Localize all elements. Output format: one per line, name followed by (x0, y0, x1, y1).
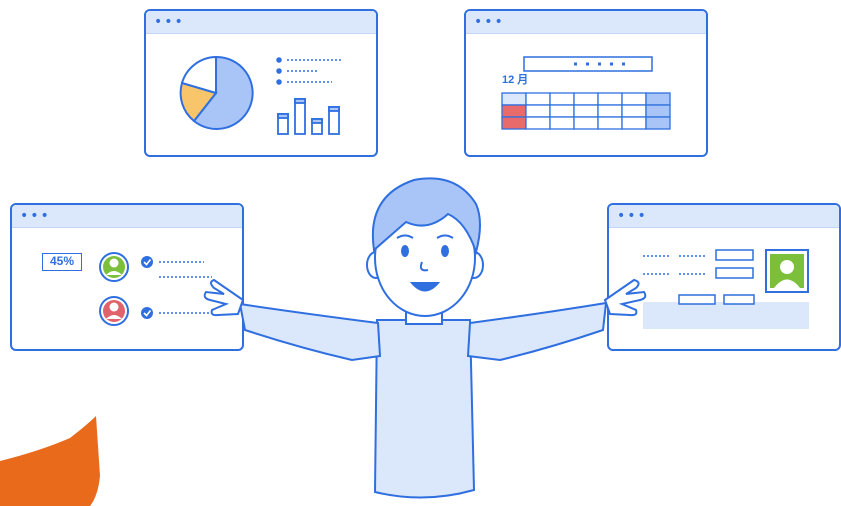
left-arm (238, 302, 382, 362)
left-eye (401, 245, 409, 257)
right-arm (466, 301, 608, 362)
character-illustration (203, 177, 647, 499)
torso (373, 319, 476, 499)
right-eye (441, 245, 449, 257)
right-hand (603, 278, 647, 317)
left-hand (203, 278, 245, 317)
